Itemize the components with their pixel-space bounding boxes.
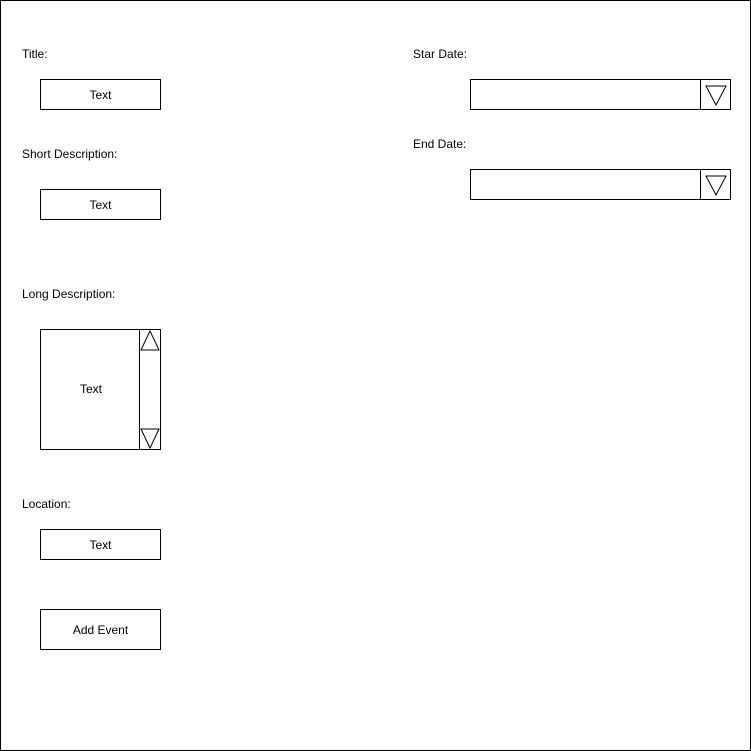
start-date-label: Star Date: <box>413 47 468 61</box>
title-input-text: Text <box>89 87 112 102</box>
chevron-down-icon <box>704 174 727 196</box>
chevron-down-icon <box>704 84 727 106</box>
end-date-dropdown[interactable] <box>470 169 731 200</box>
location-input-text: Text <box>89 537 112 552</box>
title-label: Title: <box>22 47 48 61</box>
location-label: Location: <box>22 497 71 511</box>
long-description-label: Long Description: <box>22 287 116 301</box>
short-description-label: Short Description: <box>22 147 118 161</box>
start-date-dropdown[interactable] <box>470 79 731 110</box>
end-date-dropdown-button[interactable] <box>700 170 730 199</box>
long-description-textarea-text: Text <box>79 382 102 396</box>
scroll-up-icon[interactable] <box>140 330 160 351</box>
end-date-label: End Date: <box>413 137 467 151</box>
long-description-scrollbar[interactable] <box>139 330 160 449</box>
title-input[interactable]: Text <box>40 79 161 110</box>
scroll-down-icon[interactable] <box>140 428 160 449</box>
short-description-input[interactable]: Text <box>40 189 161 220</box>
start-date-dropdown-button[interactable] <box>700 80 730 109</box>
location-input[interactable]: Text <box>40 529 161 560</box>
add-event-button-label: Add Event <box>72 622 129 637</box>
short-description-input-text: Text <box>89 197 112 212</box>
long-description-textarea[interactable]: Text <box>40 329 161 450</box>
add-event-button[interactable]: Add Event <box>40 609 161 650</box>
